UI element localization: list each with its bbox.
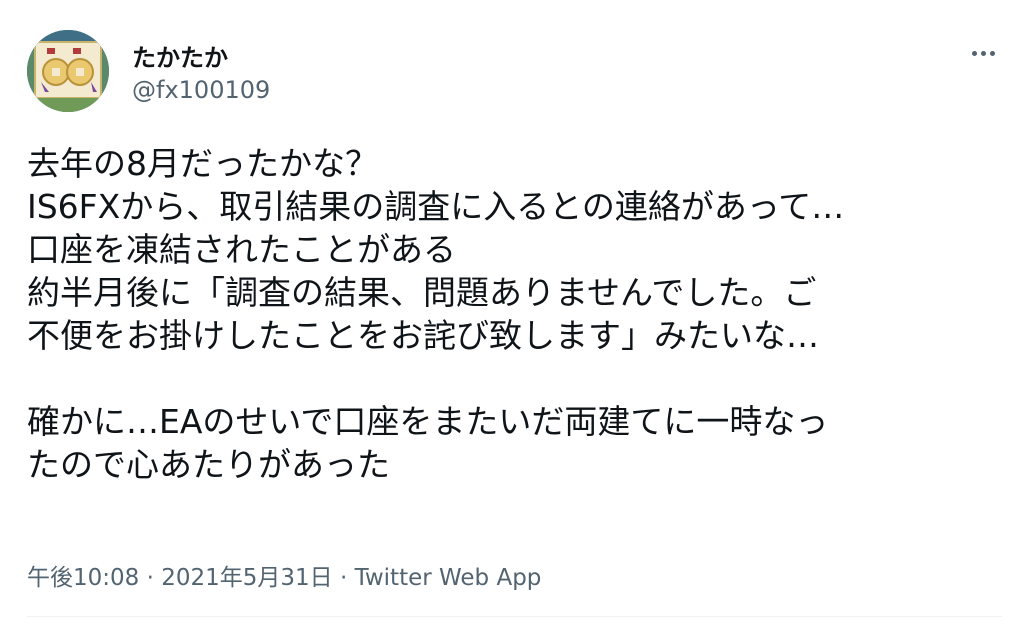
tweet-timestamp[interactable]: 午後10:08	[27, 565, 139, 591]
tweet-source[interactable]: Twitter Web App	[355, 565, 542, 591]
tweet-text-line: 約半月後に「調査の結果、問題ありませんでした。ご	[27, 273, 817, 312]
more-horizontal-icon	[971, 50, 977, 56]
tweet: たかたか @fx100109 去年の8月だったかな？ IS6FXから、取引結果の…	[0, 0, 1024, 626]
more-horizontal-icon	[989, 50, 995, 56]
avatar[interactable]	[27, 30, 109, 112]
meta-separator: ·	[139, 565, 162, 591]
tweet-text-line: たので心あたりがあった	[27, 445, 390, 484]
display-name[interactable]: たかたか	[132, 38, 228, 73]
meta-separator: ·	[332, 565, 355, 591]
tweet-text-line: 不便をお掛けしたことをお詫び致します」みたいな…	[27, 316, 819, 355]
tweet-text-line: 口座を凍結されたことがある	[27, 230, 456, 269]
avatar-icon	[27, 30, 109, 112]
tweet-text-line: 去年の8月だったかな？	[27, 144, 378, 183]
user-handle[interactable]: @fx100109	[132, 76, 270, 104]
tweet-text-line: 確かに…EAのせいで口座をまたいだ両建てに一時なっ	[27, 402, 829, 441]
more-horizontal-icon	[980, 50, 986, 56]
tweet-meta: 午後10:08 · 2021年5月31日 · Twitter Web App	[27, 558, 541, 592]
more-options-button[interactable]	[962, 38, 1004, 68]
paragraph-break	[27, 357, 1002, 400]
tweet-date[interactable]: 2021年5月31日	[161, 565, 332, 591]
tweet-text: 去年の8月だったかな？ IS6FXから、取引結果の調査に入るとの連絡があって… …	[27, 142, 1002, 486]
divider	[27, 616, 1002, 617]
tweet-text-line: IS6FXから、取引結果の調査に入るとの連絡があって…	[27, 187, 845, 226]
